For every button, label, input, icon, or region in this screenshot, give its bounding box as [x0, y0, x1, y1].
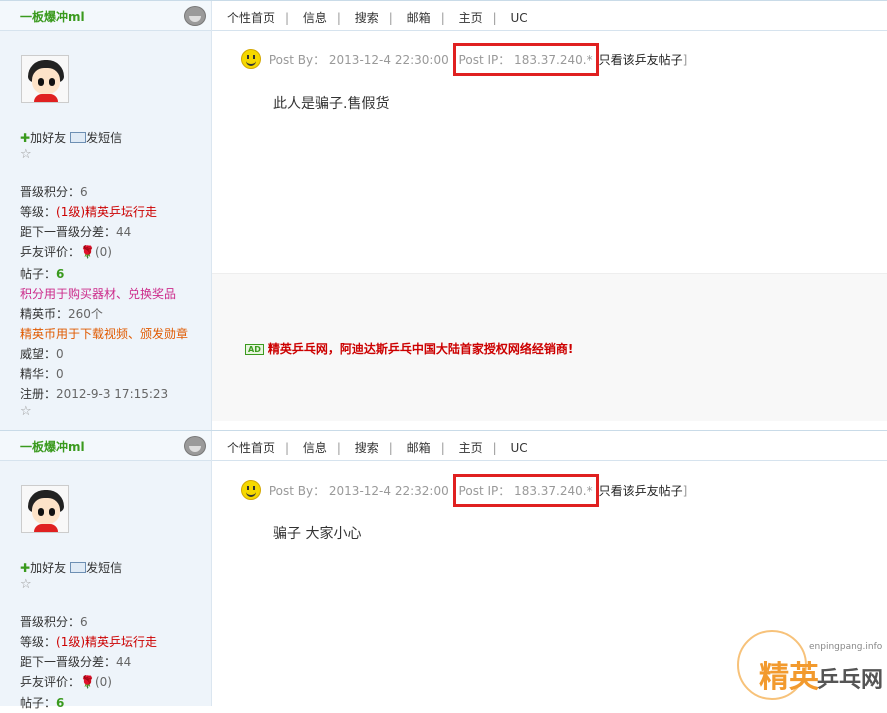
- user-status-icon: [184, 436, 206, 456]
- rose-icon: 🌹: [80, 675, 95, 689]
- nav-mailbox[interactable]: 邮箱: [407, 11, 431, 25]
- user-actions: ✚加好友 发短信: [20, 559, 122, 576]
- user-status-icon: [184, 6, 206, 26]
- envelope-icon: [70, 562, 87, 573]
- nav-uc[interactable]: UC: [510, 11, 527, 25]
- user-header: 一板爆冲ml: [0, 431, 211, 461]
- level: 等级：(1级)精英乒坛行走: [20, 205, 158, 219]
- user-sidebar: 一板爆冲ml ✚加好友 发短信 ☆ 晋级积分：6 等级：(1级)精英乒坛行走 距下…: [0, 431, 212, 710]
- watermark-brand: 精英: [759, 660, 819, 695]
- send-message-link[interactable]: 发短信: [86, 131, 122, 145]
- post-content: 此人是骗子.售假货: [273, 96, 390, 112]
- post-nav: 个性首页 | 信息 | 搜索 | 邮箱 | 主页 | UC: [212, 431, 887, 461]
- nav-profile[interactable]: 个性首页: [227, 441, 275, 455]
- points-use-link[interactable]: 积分用于购买器材、兑换奖品: [20, 284, 176, 304]
- site-watermark: enpingpang.info 精英 乒乓网: [737, 624, 887, 706]
- post-ip: Post IP： 183.37.240.*: [452, 474, 599, 507]
- watermark-url: enpingpang.info: [809, 642, 883, 652]
- jinji-points: 晋级积分：6: [20, 615, 88, 629]
- star-icon: ☆: [20, 147, 32, 162]
- only-this-user-link[interactable]: 只看该乒友帖子: [599, 53, 683, 67]
- smiley-icon: [241, 480, 261, 500]
- user-actions: ✚加好友 发短信: [20, 129, 122, 146]
- smiley-icon: [241, 49, 261, 69]
- post-meta: Post By： 2013-12-4 22:30:00 Post IP： 183…: [241, 43, 687, 76]
- register-date: 注册：2012-9-3 17:15:23: [20, 387, 169, 401]
- nav-search[interactable]: 搜索: [355, 441, 379, 455]
- rose-icon: 🌹: [80, 245, 95, 259]
- ad-row: AD 精英乒乓网，阿迪达斯乒乓中国大陆首家授权网络经销商!: [212, 273, 887, 421]
- star-icon: ☆: [20, 577, 32, 592]
- rating: 乒友评价：🌹(0): [20, 245, 112, 259]
- post-by: Post By： 2013-12-4 22:30:00: [268, 53, 449, 67]
- avatar[interactable]: [21, 55, 69, 103]
- nav-info[interactable]: 信息: [303, 11, 327, 25]
- post-content: 骗子 大家小心: [273, 526, 362, 542]
- rating: 乒友评价：🌹(0): [20, 675, 112, 689]
- add-friend-icon: ✚: [20, 561, 31, 575]
- only-this-user-link[interactable]: 只看该乒友帖子: [599, 484, 683, 498]
- elite-coins: 精英币：260个: [20, 307, 103, 321]
- nav-info[interactable]: 信息: [303, 441, 327, 455]
- watermark-name: 乒乓网: [817, 668, 884, 693]
- user-sidebar: 一板爆冲ml ✚加好友 发短信 ☆ 晋级积分：6 等级：(1级)精英乒坛行走 距下…: [0, 1, 212, 430]
- ad-tag: AD: [245, 344, 264, 355]
- nav-search[interactable]: 搜索: [355, 11, 379, 25]
- post-ip: Post IP： 183.37.240.*: [452, 43, 599, 76]
- send-message-link[interactable]: 发短信: [86, 561, 122, 575]
- level: 等级：(1级)精英乒坛行走: [20, 635, 158, 649]
- username-link[interactable]: 一板爆冲ml: [20, 8, 85, 25]
- username-link[interactable]: 一板爆冲ml: [20, 438, 85, 455]
- post-1: 一板爆冲ml ✚加好友 发短信 ☆ 晋级积分：6 等级：(1级)精英乒坛行走 距下…: [0, 0, 887, 430]
- star-icon: ☆: [20, 404, 32, 419]
- nav-uc[interactable]: UC: [510, 441, 527, 455]
- nav-profile[interactable]: 个性首页: [227, 11, 275, 25]
- envelope-icon: [70, 132, 87, 143]
- ad-link[interactable]: AD 精英乒乓网，阿迪达斯乒乓中国大陆首家授权网络经销商!: [245, 340, 573, 357]
- essence: 精华：0: [20, 367, 64, 381]
- user-header: 一板爆冲ml: [0, 1, 211, 31]
- post-nav: 个性首页 | 信息 | 搜索 | 邮箱 | 主页 | UC: [212, 1, 887, 31]
- add-friend-link[interactable]: 加好友: [30, 561, 66, 575]
- prestige: 威望：0: [20, 347, 64, 361]
- nav-homepage[interactable]: 主页: [459, 441, 483, 455]
- level-diff: 距下一晋级分差：44: [20, 225, 132, 239]
- post-by: Post By： 2013-12-4 22:32:00: [268, 484, 449, 498]
- add-friend-link[interactable]: 加好友: [30, 131, 66, 145]
- jinji-points: 晋级积分：6: [20, 185, 88, 199]
- avatar[interactable]: [21, 485, 69, 533]
- post-meta: Post By： 2013-12-4 22:32:00 Post IP： 183…: [241, 474, 687, 507]
- coin-use-link[interactable]: 精英币用于下载视频、颁发勋章: [20, 324, 188, 344]
- level-diff: 距下一晋级分差：44: [20, 655, 132, 669]
- post-count: 帖子：6: [20, 696, 65, 710]
- nav-homepage[interactable]: 主页: [459, 11, 483, 25]
- nav-mailbox[interactable]: 邮箱: [407, 441, 431, 455]
- post-count: 帖子：6: [20, 267, 65, 281]
- add-friend-icon: ✚: [20, 131, 31, 145]
